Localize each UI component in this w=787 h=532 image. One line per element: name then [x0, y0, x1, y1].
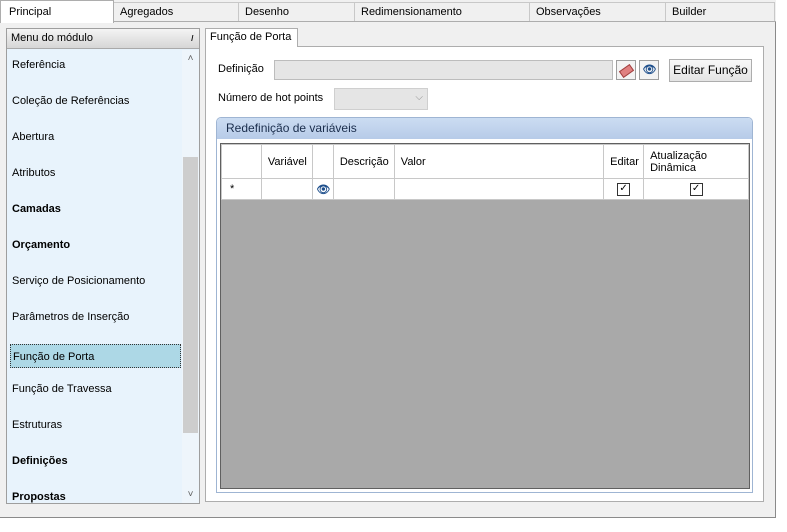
- main-window: Principal Agregados Desenho Redimensiona…: [0, 0, 776, 518]
- table-row[interactable]: * 👁 ✓ ✓: [221, 178, 749, 200]
- chevron-down-icon[interactable]: ˅: [182, 486, 199, 503]
- eraser-icon: [618, 63, 634, 79]
- menu-item-atributos[interactable]: Atributos: [12, 161, 179, 185]
- tab-desenho[interactable]: Desenho: [238, 2, 355, 21]
- module-menu-title: Menu do módulo: [11, 32, 93, 44]
- menu-item-abertura[interactable]: Abertura: [12, 125, 179, 149]
- grid-header-row: Variável Descrição Valor Editar Atualiza…: [221, 144, 749, 179]
- checkmark-icon: ✓: [617, 183, 631, 196]
- column-header-variavel[interactable]: Variável: [260, 144, 313, 179]
- definicao-field[interactable]: [274, 60, 613, 80]
- new-row-marker: *: [221, 178, 262, 200]
- tab-redimensionamento[interactable]: Redimensionamento: [354, 2, 530, 21]
- menu-item-servico-posicionamento[interactable]: Serviço de Posicionamento: [12, 269, 179, 293]
- menu-item-referencia[interactable]: Referência: [12, 53, 179, 77]
- cell-descricao[interactable]: [332, 178, 395, 200]
- module-menu-scrollbar[interactable]: ˄ ˅: [182, 50, 199, 503]
- binoculars-icon[interactable]: 👁: [311, 178, 334, 200]
- tab-builder[interactable]: Builder: [665, 2, 775, 21]
- column-header-descricao[interactable]: Descrição: [332, 144, 395, 179]
- column-header-atualizacao-dinamica[interactable]: Atualização Dinâmica: [643, 144, 749, 179]
- clear-definition-button[interactable]: [616, 60, 636, 80]
- chevron-down-icon: ⌵: [415, 92, 423, 103]
- redefinicao-variaveis-group: Redefinição de variáveis Variável Descri…: [216, 117, 753, 493]
- cell-variavel[interactable]: [260, 178, 313, 200]
- checkbox-editar[interactable]: ✓: [603, 178, 645, 200]
- column-header-editar[interactable]: Editar: [603, 144, 645, 179]
- checkbox-atualizacao-dinamica[interactable]: ✓: [643, 178, 749, 200]
- editar-funcao-button[interactable]: Editar Função: [669, 59, 752, 82]
- module-menu-panel: Menu do módulo 𝚤 Referência Coleção de R…: [6, 28, 200, 504]
- menu-item-orcamento[interactable]: Orçamento: [12, 233, 179, 257]
- column-header-lookup[interactable]: [311, 144, 334, 179]
- module-menu-header: Menu do módulo 𝚤: [7, 29, 199, 49]
- top-tab-strip: Principal Agregados Desenho Redimensiona…: [0, 0, 776, 23]
- menu-item-definicoes[interactable]: Definições: [12, 449, 179, 473]
- pin-icon[interactable]: 𝚤: [191, 29, 193, 48]
- menu-item-funcao-porta[interactable]: Função de Porta: [10, 344, 181, 368]
- variables-grid[interactable]: Variável Descrição Valor Editar Atualiza…: [220, 143, 750, 489]
- tab-funcao-porta[interactable]: Função de Porta: [205, 28, 298, 47]
- tab-agregados[interactable]: Agregados: [113, 2, 239, 21]
- menu-item-propostas[interactable]: Propostas: [12, 485, 179, 503]
- hotpoints-label: Número de hot points: [218, 92, 324, 104]
- scrollbar-thumb[interactable]: [183, 157, 198, 433]
- column-header-valor[interactable]: Valor: [393, 144, 605, 179]
- menu-item-funcao-travessa[interactable]: Função de Travessa: [12, 377, 179, 401]
- tab-principal[interactable]: Principal: [0, 0, 114, 23]
- chevron-up-icon[interactable]: ˄: [182, 50, 199, 67]
- menu-item-parametros-insercao[interactable]: Parâmetros de Inserção: [12, 305, 179, 329]
- tab-observacoes[interactable]: Observações: [529, 2, 666, 21]
- binoculars-icon: 👁: [642, 64, 657, 76]
- row-header-corner: [221, 144, 262, 179]
- module-menu-list: Referência Coleção de Referências Abertu…: [7, 50, 181, 503]
- cell-valor[interactable]: [393, 178, 605, 200]
- search-definition-button[interactable]: 👁: [639, 60, 659, 80]
- hotpoints-select[interactable]: ⌵: [334, 88, 428, 110]
- menu-item-estruturas[interactable]: Estruturas: [12, 413, 179, 437]
- menu-item-camadas[interactable]: Camadas: [12, 197, 179, 221]
- checkmark-icon: ✓: [689, 183, 703, 196]
- funcao-porta-panel: Definição 👁 Editar Função Número de hot …: [205, 46, 764, 502]
- definicao-label: Definição: [218, 63, 264, 75]
- menu-item-colecao-referencias[interactable]: Coleção de Referências: [12, 89, 179, 113]
- group-title: Redefinição de variáveis: [217, 118, 752, 139]
